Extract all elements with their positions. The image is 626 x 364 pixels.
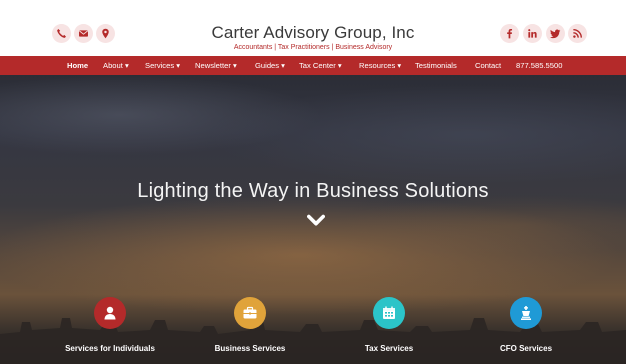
service-business[interactable]: Business Services <box>185 297 315 353</box>
nav-phone[interactable]: 877.585.5500 <box>516 56 562 75</box>
site-tagline: Accountants | Tax Practitioners | Busine… <box>233 44 393 51</box>
site-title[interactable]: Carter Advisory Group, Inc <box>178 24 448 42</box>
calendar-icon[interactable] <box>373 297 405 329</box>
service-label[interactable]: Services for Individuals <box>45 344 175 353</box>
nav-newsletter[interactable]: Newsletter ▾ <box>195 56 237 75</box>
nav-tax-center[interactable]: Tax Center ▾ <box>299 56 342 75</box>
top-header: Carter Advisory Group, Inc Accountants |… <box>0 0 626 56</box>
facebook-icon[interactable] <box>500 24 519 43</box>
nav-resources[interactable]: Resources ▾ <box>359 56 401 75</box>
user-icon[interactable] <box>94 297 126 329</box>
service-individuals[interactable]: Services for Individuals <box>45 297 175 353</box>
hero-headline: Lighting the Way in Business Solutions <box>137 180 489 202</box>
chevron-down-icon[interactable] <box>307 212 325 230</box>
phone-icon[interactable] <box>52 24 71 43</box>
main-navigation: Home About ▾ Services ▾ Newsletter ▾ Gui… <box>0 56 626 75</box>
service-label[interactable]: Tax Services <box>324 344 454 353</box>
nav-about[interactable]: About ▾ <box>103 56 129 75</box>
nav-contact[interactable]: Contact <box>475 56 501 75</box>
rss-icon[interactable] <box>568 24 587 43</box>
nav-testimonials[interactable]: Testimonials <box>415 56 457 75</box>
envelope-icon[interactable] <box>74 24 93 43</box>
nav-guides[interactable]: Guides ▾ <box>255 56 285 75</box>
briefcase-icon[interactable] <box>234 297 266 329</box>
nav-home[interactable]: Home <box>67 56 88 75</box>
chess-king-icon[interactable] <box>510 297 542 329</box>
service-tax[interactable]: Tax Services <box>324 297 454 353</box>
service-label[interactable]: Business Services <box>185 344 315 353</box>
service-cfo[interactable]: CFO Services <box>461 297 591 353</box>
map-marker-icon[interactable] <box>96 24 115 43</box>
brand[interactable]: Carter Advisory Group, Inc Accountants |… <box>178 24 448 53</box>
twitter-icon[interactable] <box>546 24 565 43</box>
service-label[interactable]: CFO Services <box>461 344 591 353</box>
linkedin-icon[interactable] <box>523 24 542 43</box>
hero-banner: Lighting the Way in Business Solutions S… <box>0 75 626 364</box>
nav-services[interactable]: Services ▾ <box>145 56 180 75</box>
